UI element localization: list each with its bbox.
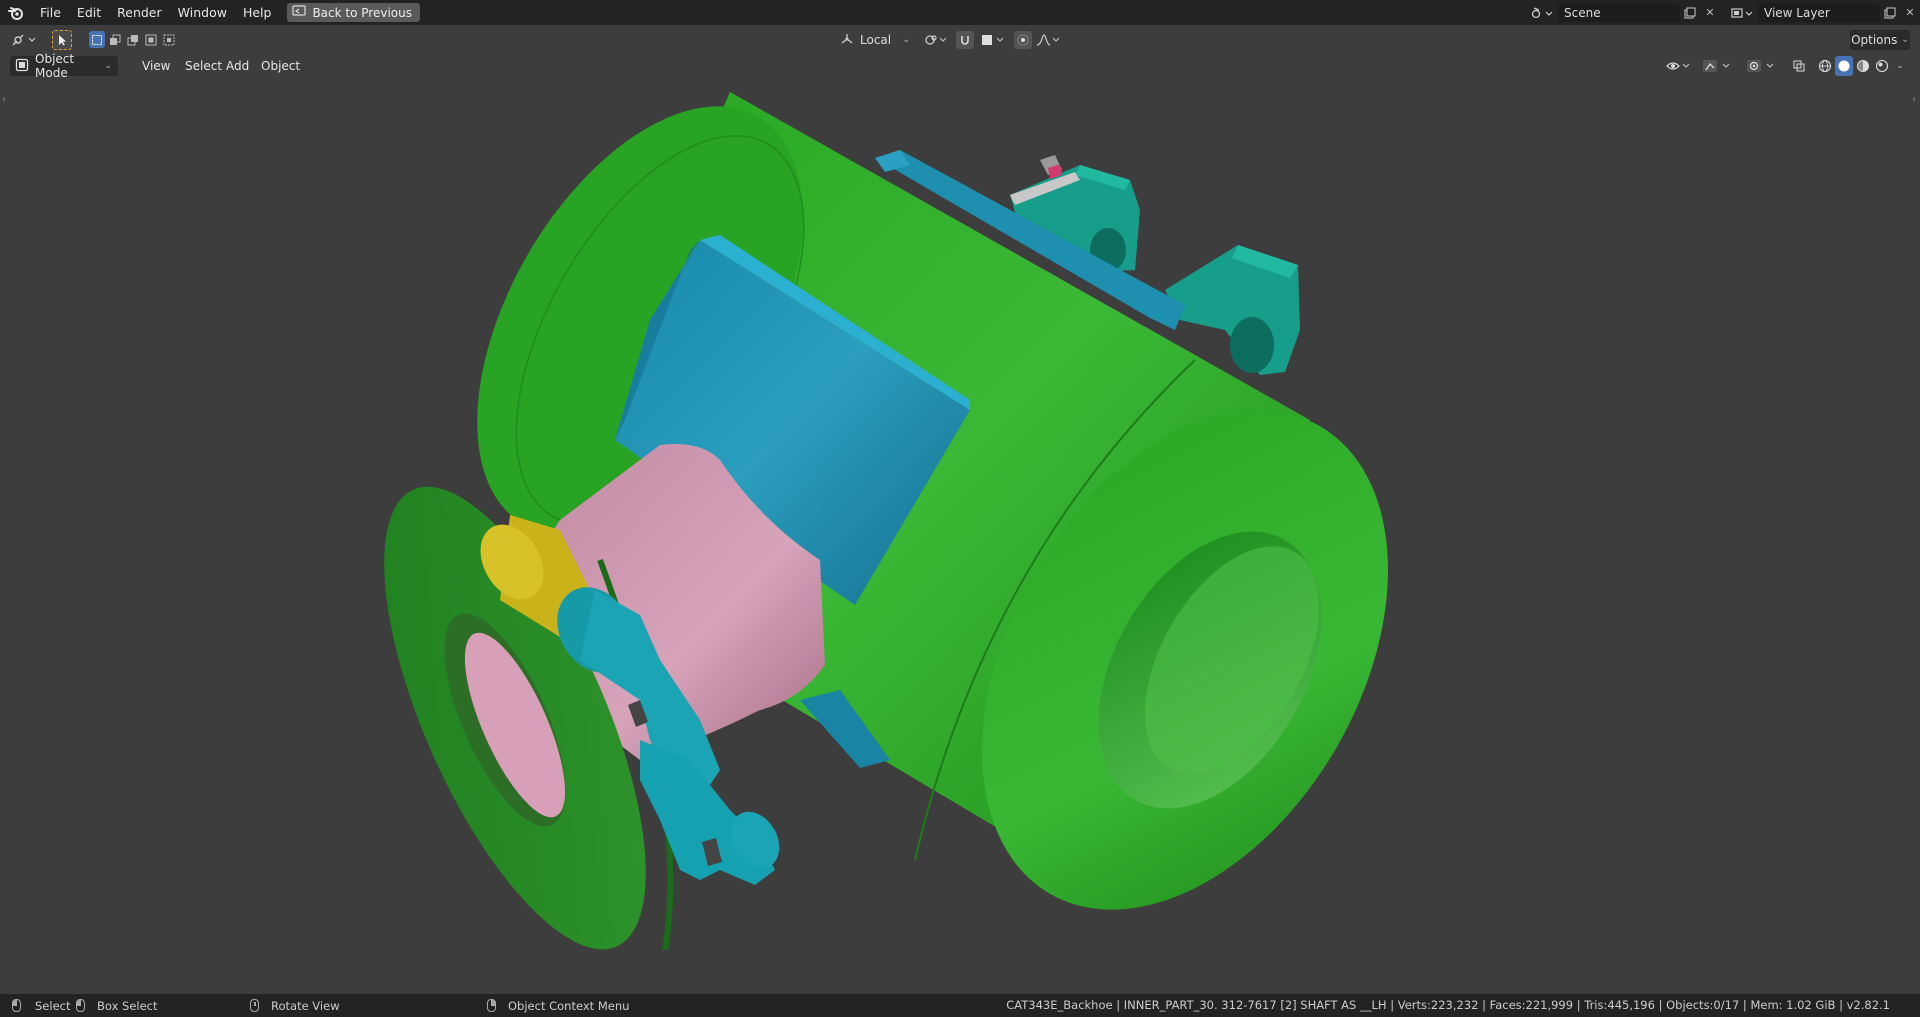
options-button[interactable]: Options ⌄ xyxy=(1850,30,1910,50)
3d-viewport[interactable]: › ‹ xyxy=(0,77,1920,994)
snap-toggle-icon[interactable] xyxy=(956,31,974,49)
top-menu-bar: File Edit Render Window Help Back to Pre… xyxy=(0,0,1920,25)
viewport-header: Object Mode ⌄ View Select Add Object ⌄ xyxy=(0,52,1920,80)
new-scene-icon[interactable] xyxy=(1680,3,1700,22)
status-bar: Select Box Select Rotate View Object Con… xyxy=(0,994,1920,1017)
pivot-point-icon[interactable] xyxy=(922,30,950,50)
status-rotate-view-label: Rotate View xyxy=(271,998,340,1013)
status-box-select: Box Select xyxy=(76,994,158,1017)
proportional-editing-icon[interactable] xyxy=(1014,31,1032,49)
options-label: Options xyxy=(1851,33,1898,47)
status-context-menu: Object Context Menu xyxy=(487,994,629,1017)
select-new-icon[interactable] xyxy=(89,31,105,48)
view-menu[interactable]: View xyxy=(135,56,177,76)
proportional-falloff-icon[interactable] xyxy=(1034,30,1064,50)
status-rotate-view: Rotate View xyxy=(250,994,340,1017)
tool-header: Local ⌄ Options ⌄ xyxy=(0,25,1920,55)
view-layer-name-value: View Layer xyxy=(1764,5,1830,20)
menu-file[interactable]: File xyxy=(32,0,69,25)
view-layer-icon[interactable] xyxy=(1726,3,1758,22)
snap-element-icon[interactable] xyxy=(978,30,1008,50)
delete-view-layer-icon[interactable]: ✕ xyxy=(1900,3,1920,22)
object-menu[interactable]: Object xyxy=(254,56,307,76)
status-select-label: Select xyxy=(35,998,71,1013)
scene-statistics: CAT343E_Backhoe | INNER_PART_30. 312-761… xyxy=(1006,998,1890,1012)
scene-name-field[interactable]: Scene xyxy=(1558,3,1680,22)
editor-type-icon[interactable] xyxy=(10,30,40,50)
back-to-previous-label: Back to Previous xyxy=(312,5,412,20)
orientation-value: Local xyxy=(860,33,892,47)
select-extend-icon[interactable] xyxy=(107,31,123,48)
select-tool-icon[interactable] xyxy=(52,30,72,50)
delete-scene-icon[interactable]: ✕ xyxy=(1700,3,1720,22)
chevron-down-icon: ⌄ xyxy=(902,35,910,45)
3d-model-render xyxy=(384,92,1388,951)
top-right-controls: Scene ✕ View Layer ✕ xyxy=(1526,0,1920,25)
left-sidebar-toggle-icon[interactable]: › xyxy=(2,94,6,105)
mouse-left-icon xyxy=(12,999,21,1012)
menu-window[interactable]: Window xyxy=(170,0,235,25)
chevron-down-icon: ⌄ xyxy=(104,61,112,71)
back-to-previous-button[interactable]: Back to Previous xyxy=(287,3,420,22)
overlays-icon[interactable] xyxy=(1744,56,1778,76)
select-intersect-icon[interactable] xyxy=(161,31,177,48)
chevron-down-icon: ⌄ xyxy=(1901,35,1909,45)
mouse-right-icon xyxy=(487,999,496,1012)
mode-value: Object Mode xyxy=(35,52,75,80)
transform-orientation-dropdown[interactable]: Local ⌄ xyxy=(836,30,914,50)
shading-wireframe-icon[interactable] xyxy=(1816,56,1834,76)
scene-name-value: Scene xyxy=(1564,5,1601,20)
view-layer-name-field[interactable]: View Layer xyxy=(1758,3,1880,22)
gizmo-icon[interactable] xyxy=(1700,56,1734,76)
menu-help[interactable]: Help xyxy=(235,0,280,25)
add-menu[interactable]: Add xyxy=(219,56,256,76)
screen-back-icon xyxy=(292,5,307,20)
menu-render[interactable]: Render xyxy=(109,0,170,25)
mode-dropdown[interactable]: Object Mode ⌄ xyxy=(10,52,118,80)
object-mode-icon xyxy=(15,58,29,75)
status-box-select-label: Box Select xyxy=(97,998,158,1013)
shading-solid-icon[interactable] xyxy=(1835,56,1853,76)
visibility-icon[interactable] xyxy=(1664,56,1694,76)
scene-icon[interactable] xyxy=(1526,3,1558,22)
select-invert-icon[interactable] xyxy=(143,31,159,48)
xray-toggle-icon[interactable] xyxy=(1790,56,1808,76)
right-sidebar-toggle-icon[interactable]: ‹ xyxy=(1912,94,1916,105)
blender-logo-icon[interactable] xyxy=(0,0,32,25)
menu-edit[interactable]: Edit xyxy=(69,0,109,25)
new-view-layer-icon[interactable] xyxy=(1880,3,1900,22)
orientation-icon xyxy=(840,33,854,48)
shading-rendered-icon[interactable] xyxy=(1873,56,1891,76)
status-select: Select xyxy=(12,994,70,1017)
mouse-drag-icon xyxy=(76,999,85,1012)
select-subtract-icon[interactable] xyxy=(125,31,141,48)
mouse-middle-icon xyxy=(250,999,259,1012)
status-context-menu-label: Object Context Menu xyxy=(508,998,630,1013)
shading-material-icon[interactable] xyxy=(1854,56,1872,76)
shading-options-chevron-icon[interactable]: ⌄ xyxy=(1892,56,1908,76)
